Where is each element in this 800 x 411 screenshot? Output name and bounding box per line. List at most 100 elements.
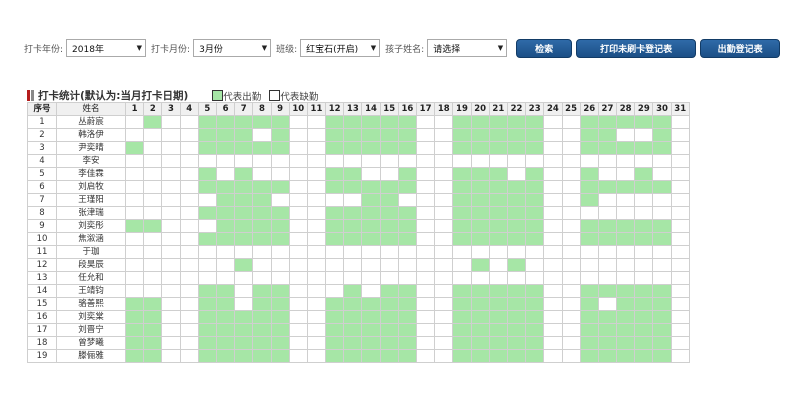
day-cell xyxy=(597,219,618,233)
day-cell xyxy=(470,206,490,220)
day-cell xyxy=(379,297,399,311)
day-cell xyxy=(234,141,254,155)
day-cell xyxy=(561,245,581,259)
day-cell xyxy=(143,154,163,168)
day-cell xyxy=(197,284,217,298)
day-cell xyxy=(124,219,145,233)
header-day: 30 xyxy=(652,102,672,116)
day-cell xyxy=(124,128,145,142)
day-cell xyxy=(252,323,272,337)
day-cell xyxy=(434,284,454,298)
student-name: 段昊辰 xyxy=(56,258,126,272)
search-button[interactable]: 检索 xyxy=(516,38,573,58)
day-cell xyxy=(270,180,290,194)
day-cell xyxy=(179,141,199,155)
day-cell xyxy=(161,297,181,311)
day-cell xyxy=(452,297,472,311)
day-cell xyxy=(616,336,636,350)
day-cell xyxy=(415,193,436,207)
day-cell xyxy=(415,141,436,155)
day-cell xyxy=(652,219,672,233)
day-cell xyxy=(470,219,490,233)
day-cell xyxy=(616,154,636,168)
day-cell xyxy=(215,245,236,259)
day-cell xyxy=(434,167,454,181)
day-cell xyxy=(506,141,527,155)
day-cell xyxy=(325,167,345,181)
day-cell xyxy=(634,271,654,285)
day-cell xyxy=(597,310,618,324)
day-cell xyxy=(397,349,418,363)
day-cell xyxy=(361,323,381,337)
day-cell xyxy=(234,206,254,220)
table-row: 1 丛蔚宸 xyxy=(27,115,690,129)
day-cell xyxy=(579,297,599,311)
day-cell xyxy=(470,284,490,298)
day-cell xyxy=(270,141,290,155)
day-cell xyxy=(143,336,163,350)
day-cell xyxy=(343,258,363,272)
day-cell xyxy=(179,154,199,168)
day-cell xyxy=(597,284,618,298)
day-cell xyxy=(525,284,545,298)
day-cell xyxy=(343,141,363,155)
day-cell xyxy=(325,245,345,259)
day-cell xyxy=(234,258,254,272)
day-cell xyxy=(415,336,436,350)
day-cell xyxy=(452,349,472,363)
day-cell xyxy=(288,310,308,324)
header-day: 16 xyxy=(397,102,418,116)
day-cell xyxy=(161,284,181,298)
day-cell xyxy=(470,323,490,337)
day-cell xyxy=(525,167,545,181)
row-number: 13 xyxy=(27,271,57,285)
day-cell xyxy=(634,284,654,298)
student-name: 曾梦曦 xyxy=(56,336,126,350)
attendance-register-button[interactable]: 出勤登记表 xyxy=(700,38,781,58)
header-day: 22 xyxy=(506,102,527,116)
day-cell xyxy=(470,115,490,129)
table-body: 1 丛蔚宸 2 韩洛伊 3 尹奕晴 4 李安 5 李佳霖 6 刘启牧 7 王瑾阳 8 张津瑞 9 刘奕彤 10 焦溆涵… xyxy=(27,115,690,363)
day-cell xyxy=(234,128,254,142)
print-missing-button[interactable]: 打印未刷卡登记表 xyxy=(576,38,697,58)
day-cell xyxy=(561,271,581,285)
day-cell xyxy=(306,323,327,337)
day-cell xyxy=(288,115,308,129)
day-cell xyxy=(143,245,163,259)
day-cell xyxy=(597,271,618,285)
month-select[interactable]: 3月份 ▼ xyxy=(193,39,272,57)
day-cell xyxy=(579,258,599,272)
table-row: 5 李佳霖 xyxy=(27,167,690,181)
student-name: 丛蔚宸 xyxy=(56,115,126,129)
day-cell xyxy=(452,154,472,168)
day-cell xyxy=(161,141,181,155)
day-cell xyxy=(616,297,636,311)
student-name: 李佳霖 xyxy=(56,167,126,181)
day-cell xyxy=(379,141,399,155)
day-cell xyxy=(579,115,599,129)
day-cell xyxy=(179,323,199,337)
day-cell xyxy=(124,232,145,246)
day-cell xyxy=(252,284,272,298)
class-select[interactable]: 红宝石(开启) ▼ xyxy=(300,39,381,57)
day-cell xyxy=(343,193,363,207)
day-cell xyxy=(506,232,527,246)
day-cell xyxy=(415,219,436,233)
day-cell xyxy=(215,258,236,272)
child-select[interactable]: 请选择 ▼ xyxy=(427,39,508,57)
day-cell xyxy=(343,245,363,259)
day-cell xyxy=(379,349,399,363)
table-row: 7 王瑾阳 xyxy=(27,193,690,207)
day-cell xyxy=(288,349,308,363)
day-cell xyxy=(397,310,418,324)
day-cell xyxy=(525,310,545,324)
day-cell xyxy=(670,258,690,272)
day-cell xyxy=(197,167,217,181)
header-day: 8 xyxy=(252,102,272,116)
day-cell xyxy=(634,141,654,155)
day-cell xyxy=(179,206,199,220)
year-select[interactable]: 2018年 ▼ xyxy=(66,39,147,57)
table-row: 14 王靖钧 xyxy=(27,284,690,298)
day-cell xyxy=(652,193,672,207)
day-cell xyxy=(325,141,345,155)
